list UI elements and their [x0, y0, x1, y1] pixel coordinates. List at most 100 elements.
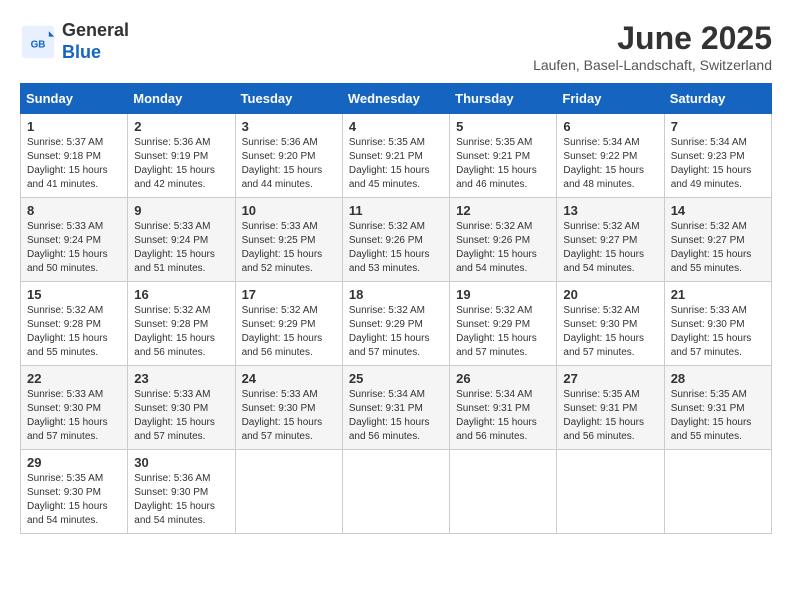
day-number: 29 [27, 455, 121, 470]
day-number: 10 [242, 203, 336, 218]
day-header-thursday: Thursday [450, 84, 557, 114]
day-info: Sunrise: 5:35 AM Sunset: 9:31 PM Dayligh… [563, 388, 657, 444]
day-number: 3 [242, 119, 336, 134]
calendar-cell: 27 Sunrise: 5:35 AM Sunset: 9:31 PM Dayli… [557, 366, 664, 450]
day-header-friday: Friday [557, 84, 664, 114]
day-info: Sunrise: 5:32 AM Sunset: 9:29 PM Dayligh… [242, 304, 336, 360]
day-number: 24 [242, 371, 336, 386]
day-info: Sunrise: 5:33 AM Sunset: 9:24 PM Dayligh… [134, 220, 228, 276]
day-number: 26 [456, 371, 550, 386]
day-info: Sunrise: 5:35 AM Sunset: 9:30 PM Dayligh… [27, 472, 121, 528]
day-info: Sunrise: 5:34 AM Sunset: 9:31 PM Dayligh… [349, 388, 443, 444]
calendar-cell: 6Sunrise: 5:34 AM Sunset: 9:22 PM Daylig… [557, 114, 664, 198]
calendar-cell: 28 Sunrise: 5:35 AM Sunset: 9:31 PM Dayli… [664, 366, 771, 450]
day-number: 23 [134, 371, 228, 386]
day-number: 18 [349, 287, 443, 302]
day-header-wednesday: Wednesday [342, 84, 449, 114]
calendar-week-row: 15Sunrise: 5:32 AM Sunset: 9:28 PM Dayli… [21, 282, 772, 366]
calendar-cell: 20Sunrise: 5:32 AM Sunset: 9:30 PM Dayli… [557, 282, 664, 366]
calendar-cell: 5 Sunrise: 5:35 AM Sunset: 9:21 PM Daylig… [450, 114, 557, 198]
day-info: Sunrise: 5:33 AM Sunset: 9:30 PM Dayligh… [27, 388, 121, 444]
day-number: 25 [349, 371, 443, 386]
calendar-cell: 24Sunrise: 5:33 AM Sunset: 9:30 PM Dayli… [235, 366, 342, 450]
calendar-cell: 22Sunrise: 5:33 AM Sunset: 9:30 PM Dayli… [21, 366, 128, 450]
svg-text:GB: GB [31, 39, 46, 50]
day-number: 19 [456, 287, 550, 302]
calendar-cell [450, 450, 557, 534]
day-number: 27 [563, 371, 657, 386]
calendar-week-row: 22Sunrise: 5:33 AM Sunset: 9:30 PM Dayli… [21, 366, 772, 450]
month-title: June 2025 [533, 20, 772, 57]
day-number: 5 [456, 119, 550, 134]
day-info: Sunrise: 5:36 AM Sunset: 9:20 PM Dayligh… [242, 136, 336, 192]
day-info: Sunrise: 5:32 AM Sunset: 9:30 PM Dayligh… [563, 304, 657, 360]
calendar-cell: 10 Sunrise: 5:33 AM Sunset: 9:25 PM Dayli… [235, 198, 342, 282]
calendar-cell: 14Sunrise: 5:32 AM Sunset: 9:27 PM Dayli… [664, 198, 771, 282]
day-info: Sunrise: 5:35 AM Sunset: 9:21 PM Dayligh… [456, 136, 550, 192]
logo: GB General Blue [20, 20, 129, 63]
day-number: 8 [27, 203, 121, 218]
day-info: Sunrise: 5:33 AM Sunset: 9:25 PM Dayligh… [242, 220, 336, 276]
calendar-cell: 17 Sunrise: 5:32 AM Sunset: 9:29 PM Dayli… [235, 282, 342, 366]
day-info: Sunrise: 5:32 AM Sunset: 9:29 PM Dayligh… [349, 304, 443, 360]
day-info: Sunrise: 5:36 AM Sunset: 9:19 PM Dayligh… [134, 136, 228, 192]
calendar-cell: 21Sunrise: 5:33 AM Sunset: 9:30 PM Dayli… [664, 282, 771, 366]
day-header-sunday: Sunday [21, 84, 128, 114]
day-number: 2 [134, 119, 228, 134]
location-subtitle: Laufen, Basel-Landschaft, Switzerland [533, 57, 772, 73]
calendar-cell: 11 Sunrise: 5:32 AM Sunset: 9:26 PM Dayli… [342, 198, 449, 282]
calendar-cell: 19 Sunrise: 5:32 AM Sunset: 9:29 PM Dayli… [450, 282, 557, 366]
title-area: June 2025 Laufen, Basel-Landschaft, Swit… [533, 20, 772, 73]
calendar-cell [235, 450, 342, 534]
day-number: 9 [134, 203, 228, 218]
calendar-cell: 15Sunrise: 5:32 AM Sunset: 9:28 PM Dayli… [21, 282, 128, 366]
logo-blue-text: Blue [62, 42, 129, 64]
logo-icon: GB [20, 24, 56, 60]
page-header: GB General Blue June 2025 Laufen, Basel-… [20, 20, 772, 73]
calendar-cell: 1Sunrise: 5:37 AM Sunset: 9:18 PM Daylig… [21, 114, 128, 198]
calendar-cell: 2 Sunrise: 5:36 AM Sunset: 9:19 PM Daylig… [128, 114, 235, 198]
day-info: Sunrise: 5:32 AM Sunset: 9:26 PM Dayligh… [349, 220, 443, 276]
calendar-cell: 25 Sunrise: 5:34 AM Sunset: 9:31 PM Dayli… [342, 366, 449, 450]
day-info: Sunrise: 5:32 AM Sunset: 9:28 PM Dayligh… [27, 304, 121, 360]
calendar-cell: 4 Sunrise: 5:35 AM Sunset: 9:21 PM Daylig… [342, 114, 449, 198]
calendar-cell: 23Sunrise: 5:33 AM Sunset: 9:30 PM Dayli… [128, 366, 235, 450]
calendar-cell: 26 Sunrise: 5:34 AM Sunset: 9:31 PM Dayli… [450, 366, 557, 450]
day-info: Sunrise: 5:35 AM Sunset: 9:21 PM Dayligh… [349, 136, 443, 192]
calendar-week-row: 29 Sunrise: 5:35 AM Sunset: 9:30 PM Dayli… [21, 450, 772, 534]
day-info: Sunrise: 5:34 AM Sunset: 9:23 PM Dayligh… [671, 136, 765, 192]
day-number: 11 [349, 203, 443, 218]
calendar-cell [557, 450, 664, 534]
day-number: 12 [456, 203, 550, 218]
day-number: 17 [242, 287, 336, 302]
calendar-cell: 3 Sunrise: 5:36 AM Sunset: 9:20 PM Daylig… [235, 114, 342, 198]
calendar-cell: 30Sunrise: 5:36 AM Sunset: 9:30 PM Dayli… [128, 450, 235, 534]
calendar-week-row: 1Sunrise: 5:37 AM Sunset: 9:18 PM Daylig… [21, 114, 772, 198]
calendar-cell: 7 Sunrise: 5:34 AM Sunset: 9:23 PM Daylig… [664, 114, 771, 198]
calendar-cell [342, 450, 449, 534]
day-info: Sunrise: 5:34 AM Sunset: 9:31 PM Dayligh… [456, 388, 550, 444]
day-info: Sunrise: 5:32 AM Sunset: 9:29 PM Dayligh… [456, 304, 550, 360]
day-number: 7 [671, 119, 765, 134]
day-header-monday: Monday [128, 84, 235, 114]
day-number: 16 [134, 287, 228, 302]
logo-general-text: General [62, 20, 129, 42]
day-info: Sunrise: 5:35 AM Sunset: 9:31 PM Dayligh… [671, 388, 765, 444]
calendar-cell: 18 Sunrise: 5:32 AM Sunset: 9:29 PM Dayli… [342, 282, 449, 366]
day-header-tuesday: Tuesday [235, 84, 342, 114]
calendar-cell: 16Sunrise: 5:32 AM Sunset: 9:28 PM Dayli… [128, 282, 235, 366]
day-number: 21 [671, 287, 765, 302]
day-info: Sunrise: 5:32 AM Sunset: 9:26 PM Dayligh… [456, 220, 550, 276]
day-info: Sunrise: 5:37 AM Sunset: 9:18 PM Dayligh… [27, 136, 121, 192]
calendar-cell: 8 Sunrise: 5:33 AM Sunset: 9:24 PM Daylig… [21, 198, 128, 282]
calendar-week-row: 8 Sunrise: 5:33 AM Sunset: 9:24 PM Daylig… [21, 198, 772, 282]
day-number: 4 [349, 119, 443, 134]
day-info: Sunrise: 5:34 AM Sunset: 9:22 PM Dayligh… [563, 136, 657, 192]
day-header-saturday: Saturday [664, 84, 771, 114]
calendar-table: SundayMondayTuesdayWednesdayThursdayFrid… [20, 83, 772, 534]
day-info: Sunrise: 5:33 AM Sunset: 9:24 PM Dayligh… [27, 220, 121, 276]
calendar-cell: 12 Sunrise: 5:32 AM Sunset: 9:26 PM Dayli… [450, 198, 557, 282]
calendar-cell: 13Sunrise: 5:32 AM Sunset: 9:27 PM Dayli… [557, 198, 664, 282]
day-number: 28 [671, 371, 765, 386]
day-info: Sunrise: 5:32 AM Sunset: 9:27 PM Dayligh… [563, 220, 657, 276]
